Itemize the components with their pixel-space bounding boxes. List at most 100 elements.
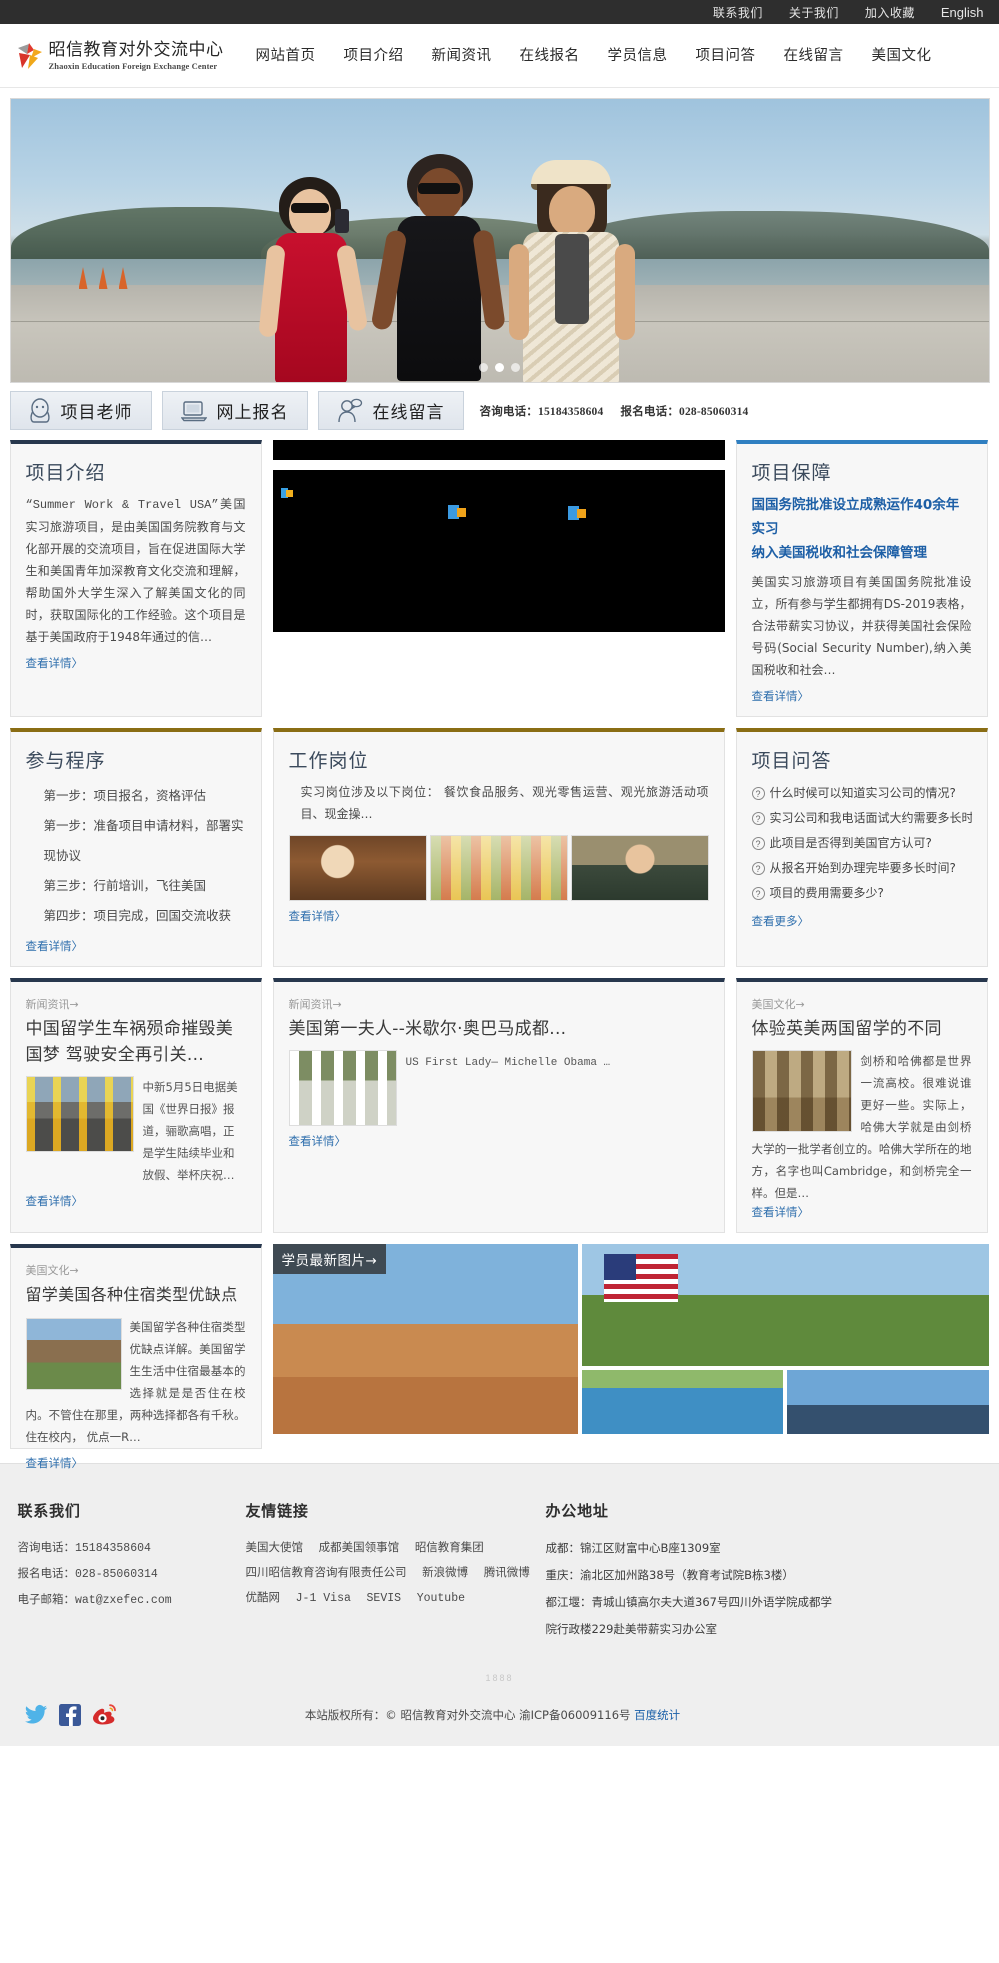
qq-penguin-icon [29,398,51,424]
content-row-3: 新闻资讯→ 中国留学生车祸殒命摧毁美国梦 驾驶安全再引关... 中新5月5日电据… [10,978,990,1233]
banner-dot-1[interactable] [479,363,488,372]
footer-link-us-embassy[interactable]: 美国大使馆 [246,1540,304,1554]
topbar-link-english[interactable]: English [941,5,984,20]
footer-link-zhaoxin-group[interactable]: 昭信教育集团 [415,1540,484,1554]
card-body: 实习岗位涉及以下岗位： 餐饮食品服务、观光零售运营、观光旅游活动项目、现金操… [289,781,709,825]
stay-tag: 美国文化→ [26,1262,246,1278]
banner-dot-2[interactable] [495,363,504,372]
video-player[interactable] [273,440,725,632]
footer-link-sichuan-zhaoxin[interactable]: 四川昭信教育咨询有限责任公司 [246,1565,407,1579]
banner-pagination-dots [11,363,989,372]
faq-item[interactable]: ?此项目是否得到美国官方认可? [752,831,972,856]
footer-link-sevis[interactable]: SEVIS [367,1592,402,1605]
footer-link-row: 四川昭信教育咨询有限责任公司 新浪微博 腾讯微博 [246,1560,546,1585]
jobs-more-link[interactable]: 查看详情〉 [289,908,347,924]
footer-contact-label: 电子邮箱： [18,1592,76,1606]
news-more-link[interactable]: 查看详情〉 [26,1193,84,1209]
footer-contact-line: 咨询电话：15184358604 [18,1535,246,1561]
banner-dot-3[interactable] [511,363,520,372]
culture-title[interactable]: 体验英美两国留学的不同 [752,1016,972,1042]
news-more-link[interactable]: 查看详情〉 [289,1133,347,1149]
culture-more-link[interactable]: 查看详情〉 [752,1204,810,1220]
content-row-1: 项目介绍 “Summer Work & Travel USA”美国实习旅游项目，… [10,440,990,717]
nav-item-program-intro[interactable]: 项目介绍 [330,24,418,88]
faq-more-link[interactable]: 查看更多〉 [752,913,810,929]
signup-phone: 报名电话：028-85060314 [621,406,749,418]
site-footer: 联系我们 咨询电话：15184358604 报名电话：028-85060314 … [0,1463,999,1768]
footer-links-column: 友情链接 美国大使馆 成都美国领事馆 昭信教育集团 四川昭信教育咨询有限责任公司… [246,1500,546,1643]
news-title[interactable]: 美国第一夫人--米歇尔·奥巴马成都... [289,1016,709,1042]
video-panel[interactable] [273,440,725,717]
weibo-icon[interactable] [92,1703,116,1727]
question-mark-icon: ? [752,787,765,800]
footer-link-youtube[interactable]: Youtube [417,1592,465,1605]
question-mark-icon: ? [752,812,765,825]
footer-contact-label: 咨询电话： [18,1540,76,1554]
footer-link-tencent-weibo[interactable]: 腾讯微博 [484,1565,530,1579]
topbar-link-contact-us[interactable]: 联系我们 [713,4,763,21]
stay-more-link[interactable]: 查看详情〉 [26,1455,84,1471]
faq-item[interactable]: ?什么时候可以知道实习公司的情况? [752,781,972,806]
program-intro-more-link[interactable]: 查看详情〉 [26,655,84,671]
quick-button-project-teacher[interactable]: 项目老师 [10,391,152,430]
baidu-stats-link[interactable]: 百度统计 [634,1708,680,1722]
hero-banner-slide[interactable] [10,98,990,383]
twitter-icon[interactable] [24,1703,48,1727]
footer-contact-column: 联系我们 咨询电话：15184358604 报名电话：028-85060314 … [10,1500,246,1643]
photo-pool[interactable] [582,1370,783,1434]
procedure-more-link[interactable]: 查看详情〉 [26,938,84,954]
nav-item-home[interactable]: 网站首页 [242,24,330,88]
video-top-bar [273,460,725,470]
faq-item-label: 从报名开始到办理完毕要多长时间? [770,856,956,881]
jobs-image-strip [289,835,709,901]
content-row-4: 美国文化→ 留学美国各种住宿类型优缺点 美国留学各种住宿类型优缺点详解。美国留学… [10,1244,990,1449]
footer-link-youku[interactable]: 优酷网 [246,1590,281,1604]
faq-item[interactable]: ?项目的费用需要多少? [752,881,972,906]
site-header: 昭信教育对外交流中心 Zhaoxin Education Foreign Exc… [0,24,999,88]
facebook-icon[interactable] [58,1703,82,1727]
photo-flag-ceremony[interactable] [582,1244,989,1366]
faq-item[interactable]: ? 从报名开始到办理完毕要多长时间? [752,856,972,881]
guarantee-headline-line1: 国国务院批准设立成熟运作40余年实习 [752,493,972,541]
nav-item-faq[interactable]: 项目问答 [682,24,770,88]
footer-address-heading: 办公地址 [546,1500,966,1521]
nav-item-online-apply[interactable]: 在线报名 [506,24,594,88]
nav-item-message[interactable]: 在线留言 [770,24,858,88]
topbar-link-about-us[interactable]: 关于我们 [789,4,839,21]
consult-phone: 咨询电话：15184358604 [480,406,604,418]
question-mark-icon: ? [752,862,765,875]
card-body: 美国实习旅游项目有美国国务院批准设立，所有参与学生都拥有DS-2019表格，合法… [752,571,972,681]
footer-link-sina-weibo[interactable]: 新浪微博 [422,1565,468,1579]
nav-item-news[interactable]: 新闻资讯 [418,24,506,88]
footer-link-j1-visa[interactable]: J-1 Visa [296,1592,351,1605]
footer-link-chengdu-consulate[interactable]: 成都美国领事馆 [319,1540,400,1554]
guarantee-headline-line2: 纳入美国税收和社会保障管理 [752,541,972,565]
topbar-link-add-favorite[interactable]: 加入收藏 [865,4,915,21]
card-culture: 美国文化→ 体验英美两国留学的不同 剑桥和哈佛都是世界一流高校。很难说谁更好一些… [736,978,988,1233]
site-logo[interactable]: 昭信教育对外交流中心 Zhaoxin Education Foreign Exc… [16,41,224,71]
nav-item-us-culture[interactable]: 美国文化 [858,24,946,88]
footer-divider: 1888 [10,1669,990,1684]
question-mark-icon: ? [752,837,765,850]
us-flag-icon [604,1254,678,1302]
footer-address-line: 重庆：渝北区加州路38号（教育考试院B栋3楼） [546,1562,966,1589]
photo-jeep-group[interactable]: 学员最新图片→ [273,1244,578,1434]
social-icon-group [24,1703,116,1727]
quick-button-online-message[interactable]: 在线留言 [318,391,464,430]
logo-mark-icon [16,41,44,71]
copyright-prefix: 本站版权所有：© 昭信教育对外交流中心 渝ICP备06009116号 [305,1708,634,1722]
card-news-1: 新闻资讯→ 中国留学生车祸殒命摧毁美国梦 驾驶安全再引关... 中新5月5日电据… [10,978,262,1233]
card-faq: 项目问答 ?什么时候可以知道实习公司的情况? ?实习公司和我电话面试大约需要多长… [736,728,988,967]
stay-title[interactable]: 留学美国各种住宿类型优缺点 [26,1282,246,1308]
footer-contact-line: 电子邮箱：wat@zxefec.com [18,1587,246,1613]
quick-button-online-signup[interactable]: 网上报名 [162,391,308,430]
hero-banner-wrapper [10,98,990,383]
guarantee-more-link[interactable]: 查看详情〉 [752,688,810,704]
program-intro-lead: “Summer Work & Travel USA” [26,498,219,512]
footer-contact-label: 报名电话： [18,1566,76,1580]
photo-bridge[interactable] [787,1370,989,1434]
nav-item-student-info[interactable]: 学员信息 [594,24,682,88]
video-icon-top-left [281,488,293,498]
news-title[interactable]: 中国留学生车祸殒命摧毁美国梦 驾驶安全再引关... [26,1016,246,1068]
faq-item[interactable]: ?实习公司和我电话面试大约需要多长时间… [752,806,972,831]
